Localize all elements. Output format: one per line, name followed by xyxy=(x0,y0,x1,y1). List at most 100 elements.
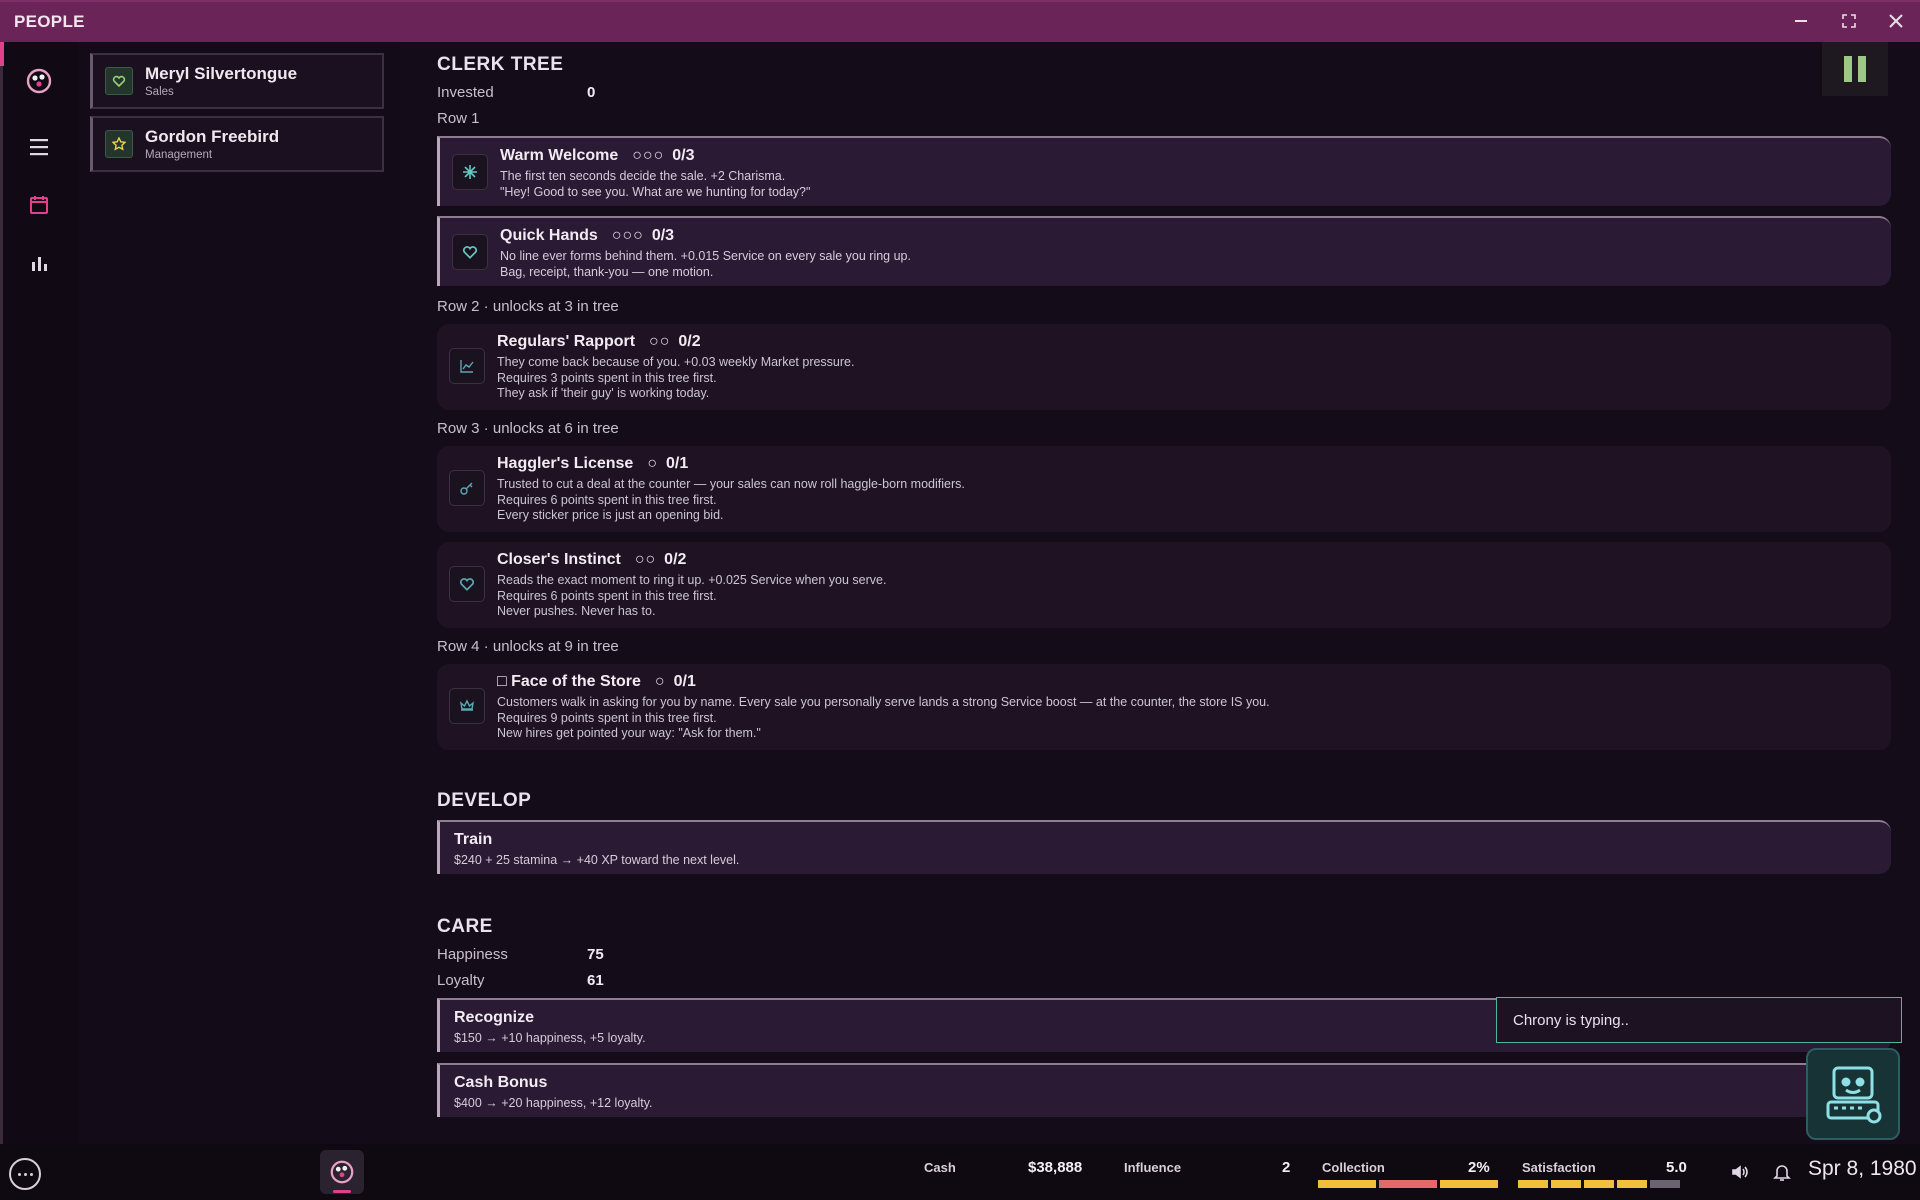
person-card-gordon[interactable]: Gordon Freebird Management xyxy=(90,116,384,172)
person-name: Meryl Silvertongue xyxy=(145,64,298,83)
rail-active-indicator xyxy=(0,42,4,66)
heart-icon xyxy=(449,566,485,602)
row-3-label: Row 3 · unlocks at 6 in tree xyxy=(437,420,619,437)
close-button[interactable] xyxy=(1879,6,1913,36)
close-icon xyxy=(1889,14,1903,28)
main-content: CLERK TREE Invested 0 Row 1 Warm Welcome… xyxy=(400,42,1920,1144)
person-role: Sales xyxy=(145,86,174,98)
rail-calendar-button[interactable] xyxy=(22,188,56,222)
heart-icon xyxy=(452,234,488,270)
toast-text: Chrony is typing.. xyxy=(1513,1011,1629,1029)
skill-rank: 0/3 xyxy=(651,227,675,244)
skill-description: The first ten seconds decide the sale. +… xyxy=(500,169,811,199)
sparkle-icon xyxy=(452,154,488,190)
pause-icon xyxy=(1844,56,1852,82)
row-2-label: Row 2 · unlocks at 3 in tree xyxy=(437,298,619,315)
window-title: PEOPLE xyxy=(14,12,85,31)
assistant-bot-button[interactable] xyxy=(1806,1048,1900,1140)
collection-meter xyxy=(1318,1180,1498,1188)
cash-bonus-title: Cash Bonus xyxy=(454,1074,548,1091)
skill-rank-dots: ○○○ xyxy=(611,227,644,244)
skill-rank-dots: ○○ xyxy=(634,551,657,568)
volume-button[interactable] xyxy=(1728,1160,1752,1184)
people-icon xyxy=(330,1160,354,1184)
taskbar-people-app[interactable] xyxy=(320,1150,364,1194)
key-icon xyxy=(449,470,485,506)
cash-bonus-button[interactable]: Cash Bonus $400 → +20 happiness, +12 loy… xyxy=(437,1063,1891,1117)
maximize-button[interactable] xyxy=(1832,6,1866,36)
skill-rank: 0/3 xyxy=(672,147,695,164)
rail-stats-button[interactable] xyxy=(22,246,56,280)
invested-label: Invested xyxy=(437,84,494,101)
train-button[interactable]: Train $240 + 25 stamina → +40 XP toward … xyxy=(437,820,1891,874)
skill-rank: 0/2 xyxy=(664,551,687,568)
satisfaction-value: 5.0 xyxy=(1666,1159,1687,1176)
crown-icon xyxy=(449,688,485,724)
heart-icon xyxy=(105,67,133,95)
bell-icon xyxy=(1773,1165,1791,1181)
invested-value: 0 xyxy=(587,84,596,101)
develop-title: DEVELOP xyxy=(437,790,532,811)
skill-card-warm-welcome[interactable]: Warm Welcome ○○○ 0/3 The first ten seconds… xyxy=(437,136,1891,206)
skill-rank: 0/2 xyxy=(678,333,701,350)
skill-card-regulars-rapport[interactable]: Regulars' Rapport ○○ 0/2 They come back be… xyxy=(437,324,1891,410)
calendar-icon xyxy=(30,196,48,214)
menu-icon xyxy=(30,139,48,156)
skill-title: Quick Hands ○○○ 0/3 xyxy=(500,227,675,244)
influence-value: 2 xyxy=(1282,1159,1291,1176)
more-options-button[interactable] xyxy=(9,1158,41,1190)
row-1-label: Row 1 xyxy=(437,110,480,127)
skill-description: Trusted to cut a deal at the counter — y… xyxy=(497,477,965,522)
skill-description: They come back because of you. +0.03 wee… xyxy=(497,355,855,400)
person-name: Gordon Freebird xyxy=(145,127,280,146)
maximize-icon xyxy=(1842,14,1856,28)
star-icon xyxy=(105,130,133,158)
skill-title: Haggler's License ○ 0/1 xyxy=(497,455,689,472)
rail-people-button[interactable] xyxy=(22,64,56,98)
happiness-value: 75 xyxy=(587,946,604,963)
chat-typing-toast: Chrony is typing.. xyxy=(1496,997,1902,1043)
more-icon xyxy=(17,1172,21,1176)
recognize-title: Recognize xyxy=(454,1009,535,1026)
skill-description: Customers walk in asking for you by name… xyxy=(497,695,1270,740)
loyalty-value: 61 xyxy=(587,972,604,989)
skill-rank-dots: ○○○ xyxy=(632,147,665,164)
skill-card-face-of-the-store[interactable]: □ Face of the Store ○ 0/1 Customers walk i… xyxy=(437,664,1891,750)
skill-card-quick-hands[interactable]: Quick Hands ○○○ 0/3 No line ever forms beh… xyxy=(437,216,1891,286)
game-date: Spr 8, 1980 xyxy=(1808,1157,1917,1180)
cash-bonus-description: $400 → +20 happiness, +12 loyalty. xyxy=(454,1096,653,1110)
skill-rank-dots: ○ xyxy=(654,673,666,690)
skill-card-hagglers-license[interactable]: Haggler's License ○ 0/1 Trusted to cut a d… xyxy=(437,446,1891,532)
row-4-label: Row 4 · unlocks at 9 in tree xyxy=(437,638,619,655)
skill-card-closers-instinct[interactable]: Closer's Instinct ○○ 0/2 Reads the exact m… xyxy=(437,542,1891,628)
person-card-meryl[interactable]: Meryl Silvertongue Sales xyxy=(90,53,384,109)
rail-menu-button[interactable] xyxy=(22,130,56,164)
people-icon xyxy=(26,68,52,94)
minimize-icon xyxy=(1795,20,1807,22)
happiness-label: Happiness xyxy=(437,946,508,963)
chart-line-icon xyxy=(449,348,485,384)
skill-rank: 0/1 xyxy=(665,455,689,472)
skill-rank: 0/1 xyxy=(673,673,696,690)
taskbar-app-indicator xyxy=(333,1190,351,1193)
loyalty-label: Loyalty xyxy=(437,972,485,989)
window-titlebar: PEOPLE xyxy=(0,0,1920,42)
stats-icon xyxy=(32,257,47,271)
people-list-panel: Meryl Silvertongue Sales Gordon Freebird… xyxy=(78,42,400,1144)
satisfaction-meter xyxy=(1518,1180,1680,1188)
collection-value: 2% xyxy=(1468,1159,1490,1176)
pause-button[interactable] xyxy=(1822,42,1888,96)
cash-label: Cash xyxy=(924,1160,956,1175)
satisfaction-label: Satisfaction xyxy=(1522,1160,1596,1175)
notifications-button[interactable] xyxy=(1770,1160,1794,1184)
skill-title: Warm Welcome ○○○ 0/3 xyxy=(500,147,695,164)
volume-icon xyxy=(1732,1165,1748,1179)
skill-description: Reads the exact moment to ring it up. +0… xyxy=(497,573,887,618)
train-title: Train xyxy=(454,831,493,848)
taskbar: Cash $38,888 Influence 2 Collection 2% S… xyxy=(0,1144,1920,1200)
minimize-button[interactable] xyxy=(1784,6,1818,36)
skill-description: No line ever forms behind them. +0.015 S… xyxy=(500,249,911,279)
collection-label: Collection xyxy=(1322,1160,1385,1175)
recognize-description: $150 → +10 happiness, +5 loyalty. xyxy=(454,1031,646,1045)
skill-rank-dots: ○ xyxy=(647,455,658,472)
